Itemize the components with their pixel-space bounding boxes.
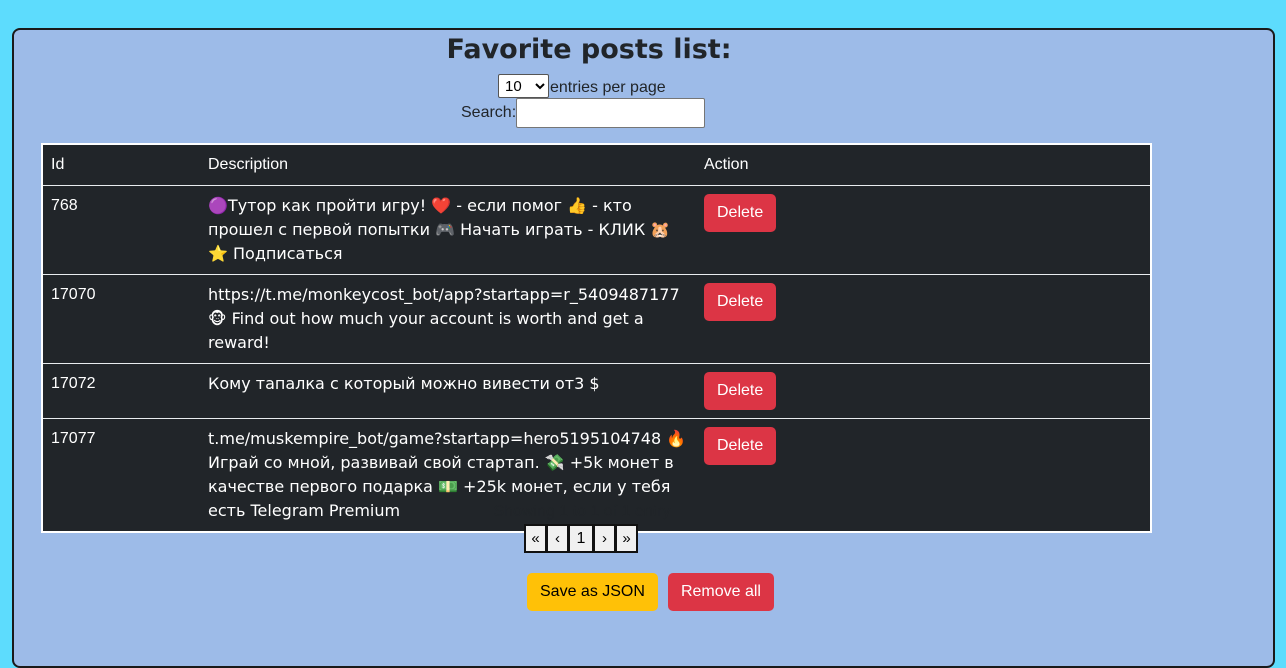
row-action-cell: Delete <box>696 363 1151 419</box>
table-row: 17070 https://t.me/monkeycost_bot/app?st… <box>42 274 1151 364</box>
table-header-row: Id Description Action <box>42 144 1151 186</box>
search-input[interactable] <box>516 98 706 128</box>
per-page-control: 10 entries per page <box>498 74 666 98</box>
header-action: Action <box>696 144 1151 186</box>
per-page-select[interactable]: 10 <box>498 74 549 98</box>
pagination: « ‹ 1 › » <box>524 524 638 553</box>
search-label: Search: <box>461 104 517 121</box>
showing-entries-text: Showing 1 to 1 of 1 entry <box>493 503 671 520</box>
row-action-cell: Delete <box>696 185 1151 275</box>
row-id: 17070 <box>42 274 200 364</box>
first-page-button[interactable]: « <box>524 524 547 553</box>
row-action-cell: Delete <box>696 274 1151 364</box>
table-row: 768 🟣Тутор как пройти игру! ❤️ - если по… <box>42 185 1151 275</box>
row-description: Кому тапалка с который можно вивести от3… <box>200 363 696 419</box>
favorites-panel: Favorite posts list: 10 entries per page… <box>12 28 1275 668</box>
row-description: https://t.me/monkeycost_bot/app?startapp… <box>200 274 696 364</box>
delete-button[interactable]: Delete <box>704 372 777 410</box>
next-page-button[interactable]: › <box>593 524 616 553</box>
remove-all-button[interactable]: Remove all <box>667 573 774 611</box>
delete-button[interactable]: Delete <box>704 194 777 232</box>
header-description: Description <box>200 144 696 186</box>
row-description: 🟣Тутор как пройти игру! ❤️ - если помог … <box>200 185 696 275</box>
page-title: Favorite posts list: <box>446 34 732 65</box>
header-id: Id <box>42 144 200 186</box>
bulk-actions: Save as JSON Remove all <box>527 573 774 611</box>
delete-button[interactable]: Delete <box>704 283 777 321</box>
search-control: Search: <box>461 98 706 128</box>
table-row: 17072 Кому тапалка с который можно вивес… <box>42 363 1151 419</box>
delete-button[interactable]: Delete <box>704 427 777 465</box>
row-id: 768 <box>42 185 200 275</box>
prev-page-button[interactable]: ‹ <box>546 524 569 553</box>
posts-table: Id Description Action 768 🟣Тутор как про… <box>41 143 1152 533</box>
save-json-button[interactable]: Save as JSON <box>527 573 658 611</box>
row-id: 17072 <box>42 363 200 419</box>
per-page-label: entries per page <box>550 79 666 96</box>
page-1-button[interactable]: 1 <box>568 524 594 553</box>
last-page-button[interactable]: » <box>615 524 638 553</box>
